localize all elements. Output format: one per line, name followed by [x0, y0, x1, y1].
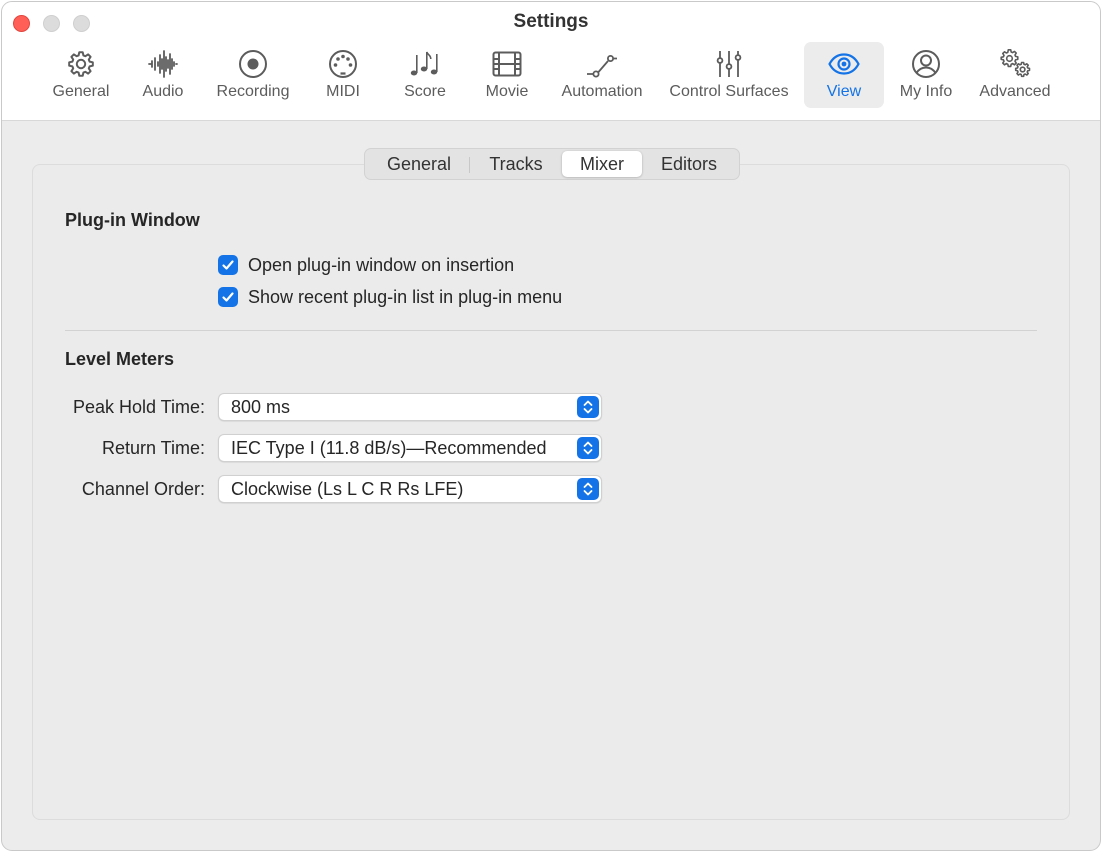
- toolbar-item-score[interactable]: Score: [391, 42, 459, 108]
- gears-icon: [999, 48, 1031, 80]
- tab-general[interactable]: General: [373, 151, 465, 177]
- show-recent-plugin-list-label: Show recent plug-in list in plug-in menu: [248, 287, 563, 307]
- return-time-popup[interactable]: IEC Type I (11.8 dB/s)—Recommended: [218, 434, 602, 462]
- toolbar-item-label: Movie: [485, 83, 529, 100]
- open-plugin-window-checkbox[interactable]: [218, 255, 238, 275]
- toolbar-item-audio[interactable]: Audio: [126, 42, 200, 108]
- toolbar-item-label: My Info: [899, 83, 953, 100]
- automation-curve-icon: [586, 48, 618, 80]
- peak-hold-time-label: Peak Hold Time:: [72, 397, 205, 417]
- eye-icon: [828, 48, 860, 80]
- chevron-up-down-icon: [577, 478, 599, 500]
- toolbar-item-label: Audio: [142, 83, 184, 100]
- toolbar-item-label: General: [52, 83, 110, 100]
- film-icon: [491, 48, 523, 80]
- peak-hold-time-popup[interactable]: 800 ms: [218, 393, 602, 421]
- window-title: Settings: [513, 11, 589, 32]
- channel-order-value: Clockwise (Ls L C R Rs LFE): [231, 479, 464, 499]
- section-divider: [65, 330, 1037, 331]
- toolbar-item-view[interactable]: View: [804, 42, 884, 108]
- open-plugin-window-label: Open plug-in window on insertion: [248, 255, 515, 275]
- sliders-icon: [713, 48, 745, 80]
- return-time-value: IEC Type I (11.8 dB/s)—Recommended: [231, 438, 547, 458]
- tab-tracks[interactable]: Tracks: [471, 151, 561, 177]
- person-icon: [910, 48, 942, 80]
- channel-order-popup[interactable]: Clockwise (Ls L C R Rs LFE): [218, 475, 602, 503]
- toolbar-item-automation[interactable]: Automation: [553, 42, 651, 108]
- toolbar-item-label: Score: [404, 83, 446, 100]
- midi-connector-icon: [327, 48, 359, 80]
- music-notes-icon: [409, 48, 441, 80]
- peak-hold-time-value: 800 ms: [231, 397, 291, 417]
- toolbar-item-label: View: [826, 83, 862, 100]
- toolbar-item-recording[interactable]: Recording: [208, 42, 298, 108]
- toolbar-item-general[interactable]: General: [41, 42, 121, 108]
- gear-icon: [65, 48, 97, 80]
- level-meters-heading: Level Meters: [65, 349, 175, 369]
- toolbar-item-movie[interactable]: Movie: [473, 42, 541, 108]
- tab-mixer[interactable]: Mixer: [562, 151, 642, 177]
- chevron-up-down-icon: [577, 437, 599, 459]
- toolbar-item-advanced[interactable]: Advanced: [970, 42, 1060, 108]
- toolbar-item-label: Recording: [216, 83, 290, 100]
- settings-window: Settings General Audio Recording MIDI Sc…: [1, 1, 1101, 851]
- toolbar-item-midi[interactable]: MIDI: [309, 42, 377, 108]
- view-tabs: General Tracks Mixer Editors: [364, 148, 740, 180]
- toolbar-item-control-surfaces[interactable]: Control Surfaces: [661, 42, 797, 108]
- plugin-window-heading: Plug-in Window: [65, 210, 200, 230]
- tab-editors[interactable]: Editors: [645, 151, 733, 177]
- waveform-icon: [147, 48, 179, 80]
- return-time-label: Return Time:: [101, 438, 205, 458]
- channel-order-label: Channel Order:: [81, 479, 205, 499]
- show-recent-plugin-list-checkbox[interactable]: [218, 287, 238, 307]
- chevron-up-down-icon: [577, 396, 599, 418]
- record-icon: [237, 48, 269, 80]
- toolbar-item-label: MIDI: [326, 83, 360, 100]
- toolbar-item-my-info[interactable]: My Info: [891, 42, 961, 108]
- toolbar-item-label: Control Surfaces: [669, 83, 789, 100]
- toolbar-item-label: Advanced: [979, 83, 1051, 100]
- title-bar: Settings General Audio Recording MIDI Sc…: [2, 2, 1100, 121]
- tab-divider: [469, 157, 470, 173]
- toolbar-item-label: Automation: [561, 83, 643, 100]
